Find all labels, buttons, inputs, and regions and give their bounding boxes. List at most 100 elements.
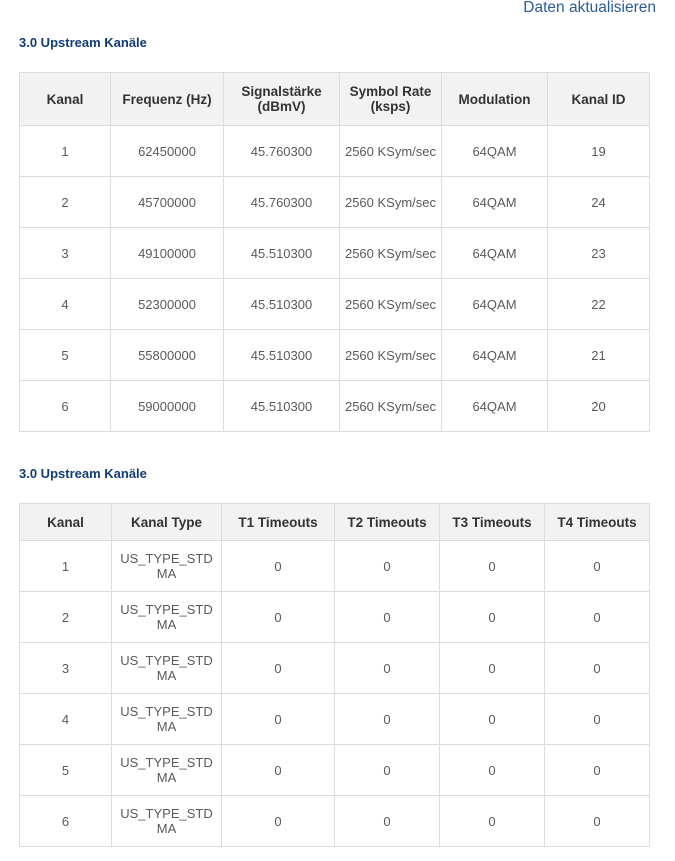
- cell-t1-timeouts: 0: [221, 693, 335, 745]
- cell-kanal: 3: [19, 227, 111, 279]
- cell-kanal: 5: [19, 744, 112, 796]
- table-row: 2 45700000 45.760300 2560 KSym/sec 64QAM…: [19, 176, 650, 228]
- table-header-row: Kanal Kanal Type T1 Timeouts T2 Timeouts…: [19, 503, 650, 541]
- column-header-symbol-rate: Symbol Rate (ksps): [339, 72, 442, 126]
- column-header-t4-timeouts: T4 Timeouts: [544, 503, 650, 541]
- cell-t4-timeouts: 0: [544, 642, 650, 694]
- cell-frequenz: 45700000: [110, 176, 224, 228]
- cell-t4-timeouts: 0: [544, 540, 650, 592]
- column-header-t1-timeouts: T1 Timeouts: [221, 503, 335, 541]
- cell-symbol-rate: 2560 KSym/sec: [339, 227, 442, 279]
- table-row: 4 52300000 45.510300 2560 KSym/sec 64QAM…: [19, 278, 650, 330]
- cell-kanal: 5: [19, 329, 111, 381]
- cell-kanal-type: US_TYPE_STDMA: [111, 642, 222, 694]
- column-header-modulation: Modulation: [441, 72, 548, 126]
- cell-kanal: 4: [19, 693, 112, 745]
- cell-t2-timeouts: 0: [334, 693, 440, 745]
- table-row: 6 US_TYPE_STDMA 0 0 0 0: [19, 795, 650, 847]
- cell-t3-timeouts: 0: [439, 591, 545, 643]
- cell-t1-timeouts: 0: [221, 540, 335, 592]
- cell-kanal: 2: [19, 176, 111, 228]
- cell-symbol-rate: 2560 KSym/sec: [339, 176, 442, 228]
- refresh-data-link[interactable]: Daten aktualisieren: [523, 0, 656, 18]
- cell-symbol-rate: 2560 KSym/sec: [339, 380, 442, 432]
- cell-kanal-id: 20: [547, 380, 650, 432]
- cell-signalstaerke: 45.760300: [223, 176, 340, 228]
- cell-symbol-rate: 2560 KSym/sec: [339, 278, 442, 330]
- cell-t2-timeouts: 0: [334, 591, 440, 643]
- cell-frequenz: 52300000: [110, 278, 224, 330]
- cell-t3-timeouts: 0: [439, 744, 545, 796]
- table-row: 4 US_TYPE_STDMA 0 0 0 0: [19, 693, 650, 745]
- column-header-kanal-type: Kanal Type: [111, 503, 222, 541]
- cell-kanal-id: 21: [547, 329, 650, 381]
- cell-kanal-type: US_TYPE_STDMA: [111, 795, 222, 847]
- cell-modulation: 64QAM: [441, 278, 548, 330]
- column-header-signalstaerke: Signalstärke (dBmV): [223, 72, 340, 126]
- cell-signalstaerke: 45.510300: [223, 380, 340, 432]
- column-header-kanal: Kanal: [19, 503, 112, 541]
- upstream-channels-title: 3.0 Upstream Kanäle: [19, 35, 147, 50]
- cell-symbol-rate: 2560 KSym/sec: [339, 329, 442, 381]
- cell-signalstaerke: 45.760300: [223, 125, 340, 177]
- cell-kanal: 1: [19, 540, 112, 592]
- cell-kanal-type: US_TYPE_STDMA: [111, 591, 222, 643]
- cell-t1-timeouts: 0: [221, 591, 335, 643]
- table-row: 6 59000000 45.510300 2560 KSym/sec 64QAM…: [19, 380, 650, 432]
- cell-t2-timeouts: 0: [334, 540, 440, 592]
- upstream-channels-table: Kanal Frequenz (Hz) Signalstärke (dBmV) …: [19, 72, 650, 432]
- cell-t4-timeouts: 0: [544, 693, 650, 745]
- cell-frequenz: 59000000: [110, 380, 224, 432]
- cell-kanal-id: 23: [547, 227, 650, 279]
- table-row: 5 US_TYPE_STDMA 0 0 0 0: [19, 744, 650, 796]
- table-row: 2 US_TYPE_STDMA 0 0 0 0: [19, 591, 650, 643]
- cell-kanal: 6: [19, 795, 112, 847]
- column-header-kanal-id: Kanal ID: [547, 72, 650, 126]
- cell-t2-timeouts: 0: [334, 744, 440, 796]
- cell-t3-timeouts: 0: [439, 540, 545, 592]
- cell-kanal-type: US_TYPE_STDMA: [111, 744, 222, 796]
- cell-t2-timeouts: 0: [334, 642, 440, 694]
- cell-signalstaerke: 45.510300: [223, 227, 340, 279]
- cell-kanal: 2: [19, 591, 112, 643]
- cell-kanal-type: US_TYPE_STDMA: [111, 540, 222, 592]
- cell-kanal-id: 19: [547, 125, 650, 177]
- cell-t4-timeouts: 0: [544, 744, 650, 796]
- cell-t2-timeouts: 0: [334, 795, 440, 847]
- cell-frequenz: 55800000: [110, 329, 224, 381]
- cell-t3-timeouts: 0: [439, 693, 545, 745]
- cell-signalstaerke: 45.510300: [223, 278, 340, 330]
- table-row: 5 55800000 45.510300 2560 KSym/sec 64QAM…: [19, 329, 650, 381]
- table-row: 3 US_TYPE_STDMA 0 0 0 0: [19, 642, 650, 694]
- column-header-frequenz: Frequenz (Hz): [110, 72, 224, 126]
- upstream-timeouts-table: Kanal Kanal Type T1 Timeouts T2 Timeouts…: [19, 503, 650, 847]
- cell-modulation: 64QAM: [441, 227, 548, 279]
- cell-t3-timeouts: 0: [439, 795, 545, 847]
- cell-kanal-type: US_TYPE_STDMA: [111, 693, 222, 745]
- cell-frequenz: 49100000: [110, 227, 224, 279]
- cell-symbol-rate: 2560 KSym/sec: [339, 125, 442, 177]
- cell-t1-timeouts: 0: [221, 642, 335, 694]
- cell-signalstaerke: 45.510300: [223, 329, 340, 381]
- cell-t3-timeouts: 0: [439, 642, 545, 694]
- cell-modulation: 64QAM: [441, 380, 548, 432]
- column-header-kanal: Kanal: [19, 72, 111, 126]
- cell-modulation: 64QAM: [441, 329, 548, 381]
- cell-kanal-id: 22: [547, 278, 650, 330]
- table-row: 1 US_TYPE_STDMA 0 0 0 0: [19, 540, 650, 592]
- cell-t4-timeouts: 0: [544, 591, 650, 643]
- cell-modulation: 64QAM: [441, 125, 548, 177]
- cell-t1-timeouts: 0: [221, 744, 335, 796]
- cell-modulation: 64QAM: [441, 176, 548, 228]
- cell-kanal: 1: [19, 125, 111, 177]
- table-row: 3 49100000 45.510300 2560 KSym/sec 64QAM…: [19, 227, 650, 279]
- cell-frequenz: 62450000: [110, 125, 224, 177]
- cell-t1-timeouts: 0: [221, 795, 335, 847]
- cell-kanal-id: 24: [547, 176, 650, 228]
- column-header-t3-timeouts: T3 Timeouts: [439, 503, 545, 541]
- cell-kanal: 6: [19, 380, 111, 432]
- table-header-row: Kanal Frequenz (Hz) Signalstärke (dBmV) …: [19, 72, 650, 126]
- column-header-t2-timeouts: T2 Timeouts: [334, 503, 440, 541]
- upstream-timeouts-title: 3.0 Upstream Kanäle: [19, 466, 147, 481]
- cell-kanal: 4: [19, 278, 111, 330]
